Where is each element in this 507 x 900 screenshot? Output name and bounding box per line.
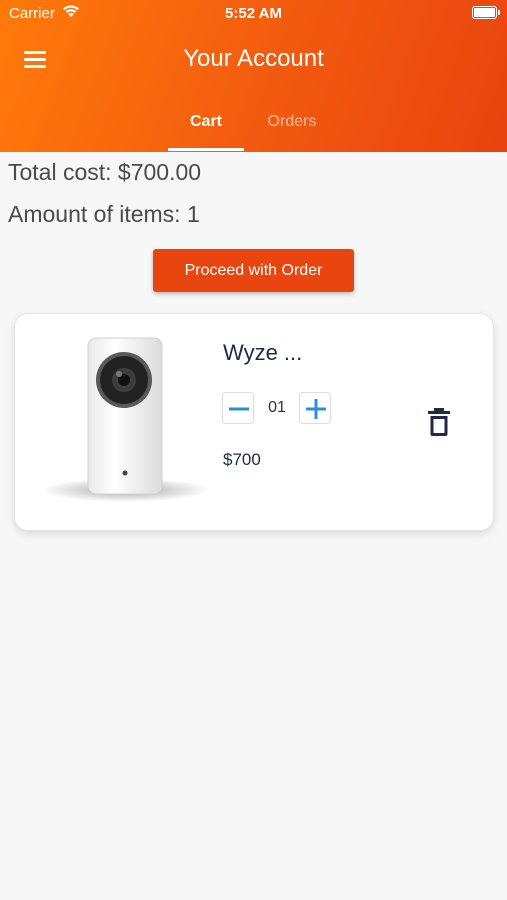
decrement-quantity-button[interactable] (222, 392, 254, 424)
trash-icon[interactable] (427, 407, 451, 437)
active-tab-indicator (168, 148, 244, 151)
status-bar: Carrier 5:52 AM (0, 0, 507, 28)
total-cost: Total cost: $700.00 (8, 159, 202, 185)
product-image (42, 337, 210, 502)
cart-item-card: Wyze ... 01 $700 (14, 313, 494, 531)
tab-orders[interactable]: Orders (252, 113, 332, 131)
page-title: Your Account (183, 45, 324, 72)
increment-quantity-button[interactable] (299, 392, 331, 424)
clock: 5:52 AM (225, 5, 282, 22)
app-header: Carrier 5:52 AM Your Account Cart Orders (0, 0, 507, 152)
tab-cart[interactable]: Cart (168, 113, 244, 131)
plus-icon (306, 399, 326, 419)
proceed-with-order-button[interactable]: Proceed with Order (153, 249, 354, 292)
amount-of-items: Amount of items: 1 (8, 201, 200, 227)
product-name: Wyze ... (223, 340, 303, 365)
product-price: $700 (223, 450, 261, 469)
account-tabs: Cart Orders (0, 110, 507, 152)
quantity-value: 01 (268, 399, 286, 416)
battery-icon (472, 6, 500, 19)
minus-icon (229, 407, 249, 411)
